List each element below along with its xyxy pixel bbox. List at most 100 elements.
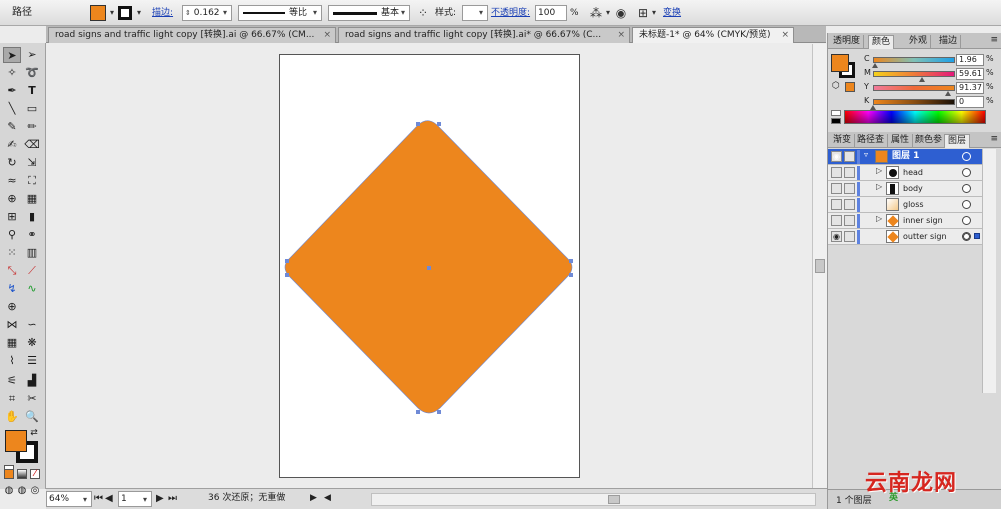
chart-tool-icon[interactable]: ▟: [23, 373, 41, 389]
none-mode-icon[interactable]: ⁄: [30, 469, 40, 479]
document-canvas[interactable]: [46, 44, 812, 488]
layer-name[interactable]: outter sign: [903, 230, 947, 243]
target-circle-icon[interactable]: [962, 168, 971, 177]
envelope-tool-icon[interactable]: ⋈: [3, 317, 21, 333]
hand-path-tool-icon[interactable]: ↯: [3, 281, 21, 297]
grid-tool-icon[interactable]: ▦: [3, 335, 21, 351]
twist-tool-icon[interactable]: ∽: [23, 317, 41, 333]
opacity-field[interactable]: 100: [535, 5, 567, 21]
visibility-eye-icon[interactable]: ◉: [831, 231, 842, 242]
direct-selection-tool-icon[interactable]: ➢: [23, 47, 41, 63]
gradient-tool-icon[interactable]: ▮: [23, 209, 41, 225]
stroke-weight-field[interactable]: ⇕ 0.162 ▾: [182, 5, 232, 21]
screen-mode-icon[interactable]: ◎: [28, 483, 42, 499]
lock-toggle[interactable]: [844, 231, 855, 242]
panel-menu-icon[interactable]: ≡: [990, 134, 998, 144]
layer-name[interactable]: gloss: [903, 198, 924, 211]
scale-tool-icon[interactable]: ⇲: [23, 155, 41, 171]
stroke-panel-link[interactable]: 描边:: [152, 4, 173, 22]
align-stroke-icon[interactable]: ⁘: [416, 4, 430, 22]
artboard-tool-icon[interactable]: ⤡: [3, 263, 21, 279]
color-spectrum-bar[interactable]: [844, 110, 986, 124]
tab-gradient[interactable]: 渐变: [830, 134, 856, 148]
channel-value[interactable]: 1.96: [956, 54, 984, 66]
magenta-slider[interactable]: [873, 71, 955, 77]
swap-colors-icon[interactable]: ⇄: [28, 427, 40, 439]
disclosure-triangle-icon[interactable]: ▷: [876, 182, 882, 191]
selection-indicator[interactable]: [974, 233, 980, 239]
blob-brush-tool-icon[interactable]: ✍: [3, 137, 21, 153]
selection-tool-icon[interactable]: ➤: [3, 47, 21, 63]
scroll-left-icon[interactable]: ◀: [324, 491, 331, 507]
eraser-tool-icon[interactable]: ⌫: [23, 137, 41, 153]
stroke-color-swatch[interactable]: [118, 6, 132, 20]
type-tool-icon[interactable]: T: [23, 83, 41, 99]
layer-name[interactable]: 图层 1: [892, 150, 919, 163]
magic-wand-tool-icon[interactable]: ✧: [3, 65, 21, 81]
tab-attributes[interactable]: 属性: [888, 134, 914, 148]
artboard[interactable]: [279, 54, 580, 478]
black-swatch[interactable]: [831, 118, 841, 124]
graph-tool-icon[interactable]: ⌇: [3, 353, 21, 369]
shape-builder-tool-icon[interactable]: ⊕: [3, 191, 21, 207]
sublayer-row[interactable]: ▷ body: [828, 181, 982, 197]
next-page-icon[interactable]: ▶: [156, 491, 164, 507]
lock-toggle[interactable]: [844, 167, 855, 178]
color-mode-icon[interactable]: [4, 469, 14, 479]
last-page-icon[interactable]: ⏭: [168, 491, 177, 507]
perspective-grid-tool-icon[interactable]: ▦: [23, 191, 41, 207]
target-circle-icon[interactable]: [962, 184, 971, 193]
channel-value[interactable]: 59.61: [956, 68, 984, 80]
tab-pathfinder[interactable]: 路径查: [854, 134, 889, 148]
recolor-artwork-icon[interactable]: ⁂: [588, 4, 604, 22]
lasso-tool-icon[interactable]: ➰: [23, 65, 41, 81]
horizontal-scrollbar[interactable]: [371, 493, 816, 506]
channel-value[interactable]: 0: [956, 96, 984, 108]
draw-behind-icon[interactable]: ◍: [15, 483, 29, 499]
toolbox-fill-swatch[interactable]: [5, 430, 27, 452]
zoom-tool-icon[interactable]: 🔍: [23, 409, 41, 425]
tab-layers[interactable]: 图层: [944, 134, 971, 148]
free-transform-tool-icon[interactable]: ⛶: [23, 173, 41, 189]
list-tool-icon[interactable]: ☰: [23, 353, 41, 369]
tab-appearance[interactable]: 外观: [906, 35, 932, 49]
wave-tool-icon[interactable]: ∿: [23, 281, 41, 297]
brush-definition-dropdown[interactable]: 基本 ▾: [328, 5, 410, 21]
hand-tool-icon[interactable]: ✋: [3, 409, 21, 425]
stroke-dropdown-icon[interactable]: ▾: [134, 4, 144, 22]
pencil-tool-icon[interactable]: ✏: [23, 119, 41, 135]
target-circle-icon[interactable]: [962, 232, 971, 241]
target-circle-icon[interactable]: [962, 216, 971, 225]
visibility-eye-icon[interactable]: [831, 199, 842, 210]
target-tool-icon[interactable]: ⊕: [3, 299, 21, 315]
scroll-thumb[interactable]: [608, 495, 620, 504]
lock-toggle[interactable]: [844, 199, 855, 210]
color-fill-swatch[interactable]: [831, 54, 849, 72]
tab-transparency[interactable]: 透明度: [830, 35, 865, 49]
lock-toggle[interactable]: [844, 151, 855, 162]
rotate-tool-icon[interactable]: ↻: [3, 155, 21, 171]
status-menu-icon[interactable]: ▶: [310, 491, 317, 507]
blend-tool-icon[interactable]: ⚭: [23, 227, 41, 243]
line-tool-icon[interactable]: ╲: [3, 101, 21, 117]
visibility-eye-icon[interactable]: [831, 183, 842, 194]
disclosure-triangle-icon[interactable]: ▿: [864, 150, 868, 159]
column-graph-tool-icon[interactable]: ▥: [23, 245, 41, 261]
document-tab-3[interactable]: 未标题-1* @ 64% (CMYK/预览) ×: [632, 27, 794, 43]
chevron-down-icon[interactable]: ▾: [604, 4, 612, 22]
transform-panel-link[interactable]: 变换: [663, 4, 681, 22]
yellow-slider[interactable]: [873, 85, 955, 91]
visibility-eye-icon[interactable]: [831, 167, 842, 178]
tab-color-guide[interactable]: 颜色参: [912, 134, 947, 148]
select-similar-icon[interactable]: ⊞: [636, 4, 650, 22]
eyedropper-tool-icon[interactable]: ⚲: [3, 227, 21, 243]
graphic-style-dropdown[interactable]: ▾: [462, 5, 488, 21]
chevron-down-icon[interactable]: ▾: [650, 4, 658, 22]
paintbrush-tool-icon[interactable]: ✎: [3, 119, 21, 135]
page-field[interactable]: 1 ▾: [118, 491, 152, 507]
layers-scrollbar[interactable]: [982, 149, 996, 393]
cyan-slider[interactable]: [873, 57, 955, 63]
rectangle-tool-icon[interactable]: ▭: [23, 101, 41, 117]
mesh-tool-icon[interactable]: ⊞: [3, 209, 21, 225]
prev-page-icon[interactable]: ◀: [105, 491, 113, 507]
